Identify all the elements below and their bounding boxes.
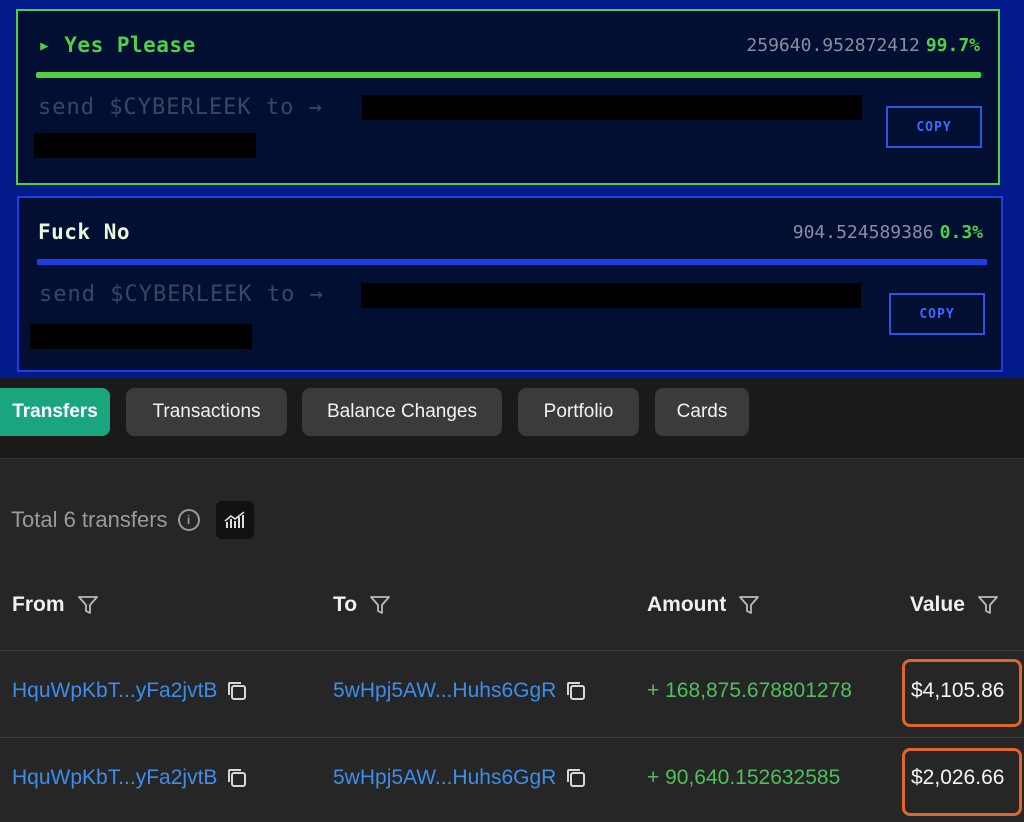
column-header-from: From <box>12 593 99 617</box>
option-card-no: Fuck No 904.524589386 0.3% send $CYBERLEE… <box>17 196 1003 372</box>
from-address-link[interactable]: HquWpKbT...yFa2jvtB <box>12 766 217 790</box>
value-highlight-box <box>902 659 1022 727</box>
filter-icon[interactable] <box>369 594 391 616</box>
table-row-to: 5wHpj5AW...Huhs6GgR <box>333 679 588 703</box>
total-transfers-text: Total 6 transfers <box>11 507 168 532</box>
chart-icon[interactable] <box>215 501 254 539</box>
tab-balance-changes[interactable]: Balance Changes <box>302 388 502 436</box>
tab-portfolio[interactable]: Portfolio <box>518 388 639 436</box>
option-stats: 259640.952872412 99.7% <box>746 35 980 56</box>
to-address-link[interactable]: 5wHpj5AW...Huhs6GgR <box>333 679 556 703</box>
copy-button[interactable]: COPY <box>886 106 982 148</box>
from-address-link[interactable]: HquWpKbT...yFa2jvtB <box>12 679 217 703</box>
copy-icon[interactable] <box>225 679 249 703</box>
option-amount: 904.524589386 <box>792 222 934 243</box>
option-progress-fill <box>36 72 982 78</box>
table-row-from: HquWpKbT...yFa2jvtB <box>12 679 249 703</box>
copy-button[interactable]: COPY <box>889 293 985 335</box>
option-title: ▸ Yes Please <box>38 33 196 57</box>
send-instruction: send $CYBERLEEK to → <box>38 95 323 120</box>
redacted-address <box>362 95 862 120</box>
info-icon[interactable]: i <box>177 509 200 531</box>
filter-icon[interactable] <box>977 594 999 616</box>
column-header-amount: Amount <box>647 593 760 617</box>
value-highlight-box <box>902 748 1022 816</box>
table-row-from: HquWpKbT...yFa2jvtB <box>12 766 249 790</box>
option-progress-bar <box>36 72 984 78</box>
send-instruction: send $CYBERLEEK to → <box>39 282 324 307</box>
option-percent: 99.7% <box>925 35 980 56</box>
row-divider <box>0 650 1024 651</box>
column-header-value: Value <box>910 593 999 617</box>
table-row-to: 5wHpj5AW...Huhs6GgR <box>333 766 588 790</box>
tab-cards[interactable]: Cards <box>655 388 749 436</box>
option-progress-bar <box>37 259 987 265</box>
column-label: From <box>12 593 65 616</box>
transfer-summary: Total 6 transfers i <box>11 501 254 539</box>
column-label: Value <box>910 593 965 616</box>
copy-icon[interactable] <box>564 679 588 703</box>
option-amount: 259640.952872412 <box>746 35 920 56</box>
redacted-address <box>361 283 861 308</box>
tab-transfers[interactable]: Transfers <box>0 388 110 436</box>
option-progress-fill <box>37 259 987 265</box>
filter-icon[interactable] <box>738 594 760 616</box>
option-title: Fuck No <box>38 220 131 244</box>
row-divider <box>0 737 1024 738</box>
column-label: To <box>333 593 358 616</box>
transfers-panel: Total 6 transfers i From To Amount Value <box>0 458 1024 822</box>
poll-section: ▸ Yes Please 259640.952872412 99.7% send … <box>0 0 1024 378</box>
option-percent: 0.3% <box>939 222 983 243</box>
tab-transactions[interactable]: Transactions <box>126 388 287 436</box>
transfer-amount: + 90,640.152632585 <box>647 766 841 789</box>
column-label: Amount <box>647 593 727 616</box>
redacted-address-continued <box>30 324 252 349</box>
option-card-yes: ▸ Yes Please 259640.952872412 99.7% send … <box>16 9 1000 185</box>
copy-icon[interactable] <box>225 766 249 790</box>
filter-icon[interactable] <box>77 594 99 616</box>
tab-bar: Transfers Transactions Balance Changes P… <box>0 388 1024 436</box>
copy-icon[interactable] <box>564 766 588 790</box>
option-stats: 904.524589386 0.3% <box>793 222 983 243</box>
transfer-amount: + 168,875.678801278 <box>647 679 852 702</box>
column-header-to: To <box>333 593 391 617</box>
redacted-address-continued <box>34 133 256 158</box>
to-address-link[interactable]: 5wHpj5AW...Huhs6GgR <box>333 766 556 790</box>
